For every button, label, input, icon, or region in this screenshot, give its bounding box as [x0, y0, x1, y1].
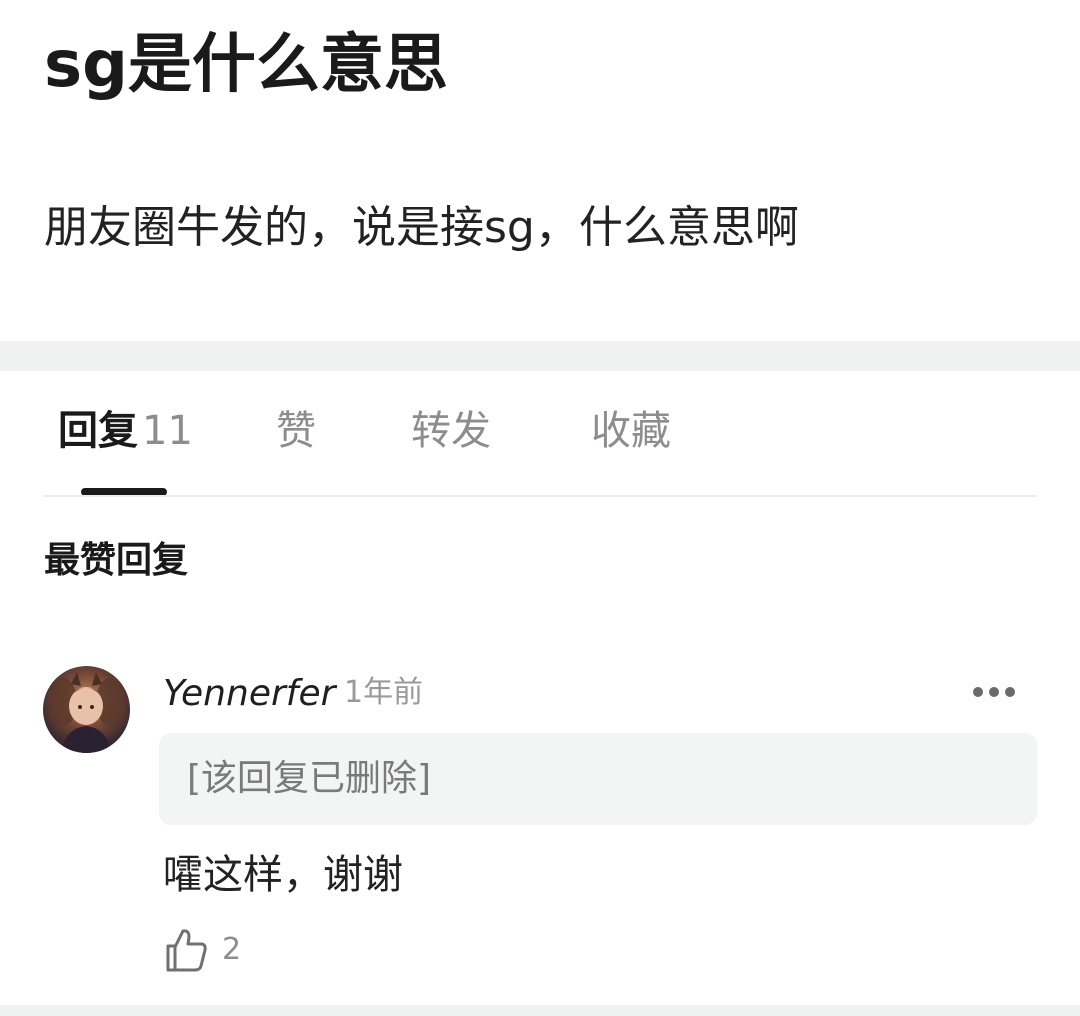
more-dots-icon: [973, 687, 1015, 697]
quoted-reply: [该回复已删除]: [159, 733, 1037, 825]
post-title: sg是什么意思: [44, 28, 448, 102]
reply-username[interactable]: Yennerfer: [163, 670, 335, 718]
top-replies-heading: 最赞回复: [44, 540, 189, 581]
tab-reposts-label: 转发: [411, 408, 491, 454]
tab-likes-label: 赞: [276, 408, 316, 454]
tab-reposts[interactable]: 转发: [411, 403, 491, 459]
thumbs-up-icon: [166, 929, 207, 972]
avatar-image: [49, 672, 124, 753]
quoted-reply-text: [该回复已删除]: [187, 758, 432, 799]
post-body: 朋友圈牛发的，说是接sg，什么意思啊: [44, 202, 799, 253]
section-divider: [0, 341, 1080, 371]
tab-replies-count: 11: [142, 408, 193, 454]
tab-favorites[interactable]: 收藏: [591, 403, 671, 459]
tab-likes[interactable]: 赞: [276, 403, 316, 459]
tab-replies[interactable]: 回复 11: [58, 403, 193, 459]
tabs-divider: [43, 495, 1037, 497]
reply-timestamp: 1年前: [344, 675, 424, 710]
like-count: 2: [222, 932, 242, 967]
tab-replies-label: 回复: [58, 408, 138, 454]
tab-favorites-label: 收藏: [591, 408, 671, 454]
avatar[interactable]: [43, 666, 130, 753]
more-options-button[interactable]: [966, 672, 1022, 712]
bottom-divider: [0, 1005, 1080, 1016]
post-tabs: 回复 11 赞 转发 收藏: [0, 371, 1080, 497]
reply-text: 嚯这样，谢谢: [163, 852, 403, 898]
